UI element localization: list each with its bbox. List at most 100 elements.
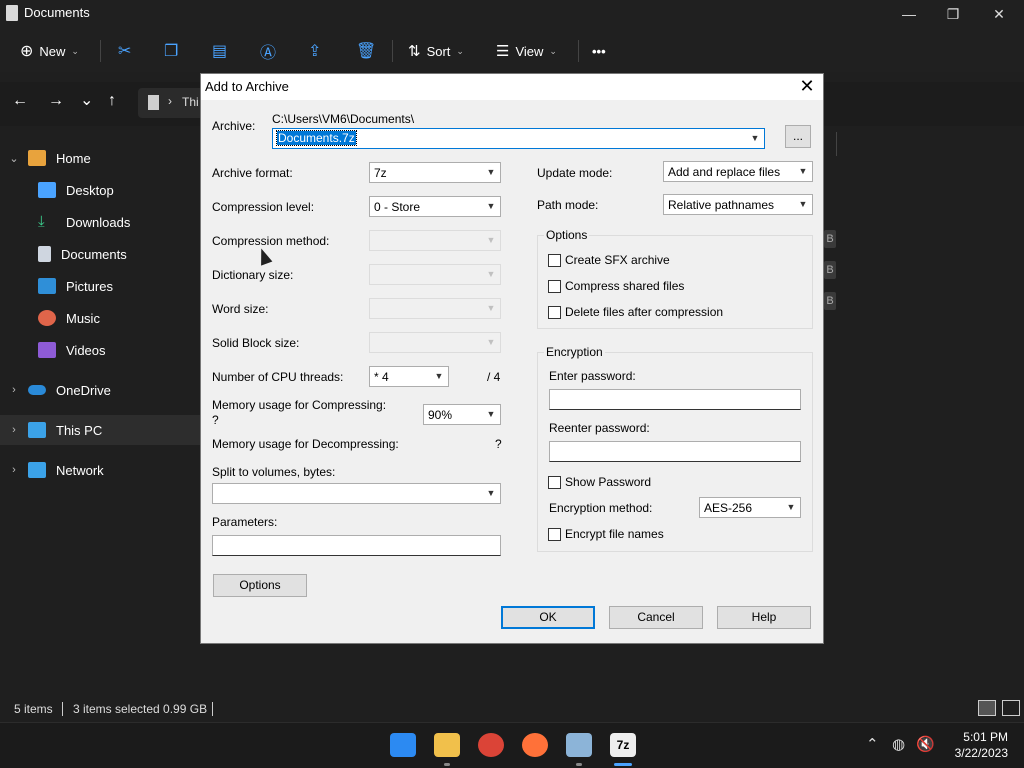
chevron-down-icon: ▼ (798, 166, 808, 176)
recent-locations-button[interactable]: ⌄ (80, 90, 93, 110)
file-size-fragment: B (824, 292, 836, 310)
show-password-checkbox[interactable]: Show Password (548, 475, 651, 489)
forward-button[interactable]: → (48, 92, 64, 110)
download-icon: ⤓ (38, 213, 45, 230)
sidebar-item-onedrive[interactable]: › OneDrive (0, 375, 200, 405)
chrome-icon[interactable] (478, 733, 504, 757)
file-explorer-icon[interactable] (434, 733, 460, 757)
paste-button[interactable]: ▤ (212, 38, 227, 64)
compression-level-value: 0 - Store (374, 200, 421, 214)
archive-format-select[interactable]: 7z ▼ (369, 162, 501, 183)
clock[interactable]: 5:01 PM 3/22/2023 (955, 729, 1008, 761)
sidebar-item-home[interactable]: ⌄ Home (0, 143, 200, 173)
help-button[interactable]: Help (717, 606, 811, 629)
toolbar-divider (392, 40, 393, 62)
archive-name-combo[interactable]: Documents.7z ▼ (272, 128, 765, 149)
sort-icon: ⇅ (408, 43, 421, 60)
sidebar-item-label: Videos (66, 342, 106, 358)
up-button[interactable]: ↑ (108, 92, 116, 110)
sidebar-item-downloads[interactable]: ⤓ Downloads (0, 207, 200, 237)
compress-shared-checkbox[interactable]: Compress shared files (548, 279, 684, 293)
sort-button[interactable]: ⇅ Sort ⌄ (408, 38, 464, 64)
taskbar: 7z ⌃ ◍ 🔇 5:01 PM 3/22/2023 (0, 722, 1024, 768)
cpu-threads-select[interactable]: * 4 ▼ (369, 366, 449, 387)
ok-button[interactable]: OK (501, 606, 595, 629)
chevron-down-icon[interactable]: ▼ (748, 129, 762, 148)
computer-icon (28, 422, 46, 438)
cancel-button[interactable]: Cancel (609, 606, 703, 629)
create-sfx-checkbox[interactable]: Create SFX archive (548, 253, 670, 267)
7zip-icon[interactable]: 7z (610, 733, 636, 757)
address-bar[interactable]: › Thi (138, 88, 208, 118)
sidebar-item-label: Desktop (66, 182, 114, 198)
archive-format-value: 7z (374, 166, 387, 180)
navigation-pane: ⌄ Home Desktop ⤓ Downloads Documents Pic… (0, 140, 200, 660)
details-view-button[interactable] (978, 700, 996, 716)
chevron-down-icon: ⌄ (71, 45, 79, 56)
delete-button[interactable]: 🗑 (356, 38, 376, 64)
chevron-right-icon[interactable]: › (0, 384, 28, 396)
firefox-icon[interactable] (522, 733, 548, 757)
explorer-titlebar: Documents — ❐ ✕ (0, 0, 1024, 30)
compress-shared-label: Compress shared files (565, 279, 685, 293)
encryption-method-select[interactable]: AES-256 ▼ (699, 497, 801, 518)
sidebar-item-music[interactable]: Music (0, 303, 200, 333)
sidebar-item-videos[interactable]: Videos (0, 335, 200, 365)
rename-button[interactable]: Ⓐ (260, 38, 276, 64)
split-volumes-label: Split to volumes, bytes: (212, 465, 336, 479)
view-button[interactable]: ☰ View ⌄ (496, 38, 557, 64)
update-mode-select[interactable]: Add and replace files ▼ (663, 161, 813, 182)
browse-button[interactable]: ... (785, 125, 811, 148)
sidebar-item-documents[interactable]: Documents (0, 239, 200, 269)
more-options-button[interactable]: ••• (592, 38, 606, 64)
compression-level-select[interactable]: 0 - Store ▼ (369, 196, 501, 217)
enter-password-input[interactable] (549, 389, 801, 410)
new-button[interactable]: ⊕ New ⌄ (20, 38, 79, 64)
monitor-app-icon[interactable] (566, 733, 592, 757)
globe-icon[interactable]: ◍ (892, 735, 905, 753)
tiles-view-button[interactable] (1002, 700, 1020, 716)
minimize-button[interactable]: — (886, 0, 932, 30)
encryption-method-value: AES-256 (704, 501, 753, 515)
clipboard-icon: ▤ (212, 43, 228, 60)
volume-muted-icon[interactable]: 🔇 (916, 735, 935, 753)
chevron-down-icon: ⌄ (549, 45, 557, 56)
cut-button[interactable]: ✂ (118, 38, 131, 64)
cpu-threads-label: Number of CPU threads: (212, 370, 344, 384)
chevron-down-icon[interactable]: ⌄ (0, 152, 28, 165)
encrypt-file-names-checkbox[interactable]: Encrypt file names (548, 527, 664, 541)
word-size-select: ▼ (369, 298, 501, 319)
chevron-right-icon[interactable]: › (0, 464, 28, 476)
memory-decompress-label: Memory usage for Decompressing: (212, 437, 399, 451)
sidebar-item-pictures[interactable]: Pictures (0, 271, 200, 301)
back-button[interactable]: ← (12, 92, 28, 110)
sidebar-item-network[interactable]: › Network (0, 455, 200, 485)
sidebar-item-desktop[interactable]: Desktop (0, 175, 200, 205)
update-mode-value: Add and replace files (668, 165, 781, 179)
sidebar-item-this-pc[interactable]: › This PC (0, 415, 200, 445)
path-mode-value: Relative pathnames (668, 198, 775, 212)
path-mode-select[interactable]: Relative pathnames ▼ (663, 194, 813, 215)
start-icon[interactable] (390, 733, 416, 757)
chevron-right-icon[interactable]: › (0, 424, 28, 436)
dialog-titlebar: Add to Archive ✕ (201, 74, 823, 100)
split-volumes-combo[interactable]: ▼ (212, 483, 501, 504)
close-button[interactable]: ✕ (976, 0, 1022, 30)
music-icon (38, 310, 56, 326)
copy-button[interactable]: ❐ (164, 38, 178, 64)
document-icon (38, 246, 51, 262)
share-button[interactable]: ⇪ (308, 38, 321, 64)
chevron-down-icon[interactable]: ▼ (484, 484, 498, 503)
delete-after-checkbox[interactable]: Delete files after compression (548, 305, 723, 319)
pictures-icon (38, 278, 56, 294)
reenter-password-input[interactable] (549, 441, 801, 462)
chevron-up-icon[interactable]: ⌃ (866, 735, 879, 753)
archive-path: C:\Users\VM6\Documents\ (272, 112, 415, 126)
plus-icon: ⊕ (20, 43, 34, 60)
parameters-input[interactable] (212, 535, 501, 556)
close-icon[interactable]: ✕ (797, 76, 817, 96)
maximize-button[interactable]: ❐ (930, 0, 976, 30)
chevron-down-icon: ▼ (486, 201, 496, 211)
memory-compress-select[interactable]: 90% ▼ (423, 404, 501, 425)
options-button[interactable]: Options (213, 574, 307, 597)
